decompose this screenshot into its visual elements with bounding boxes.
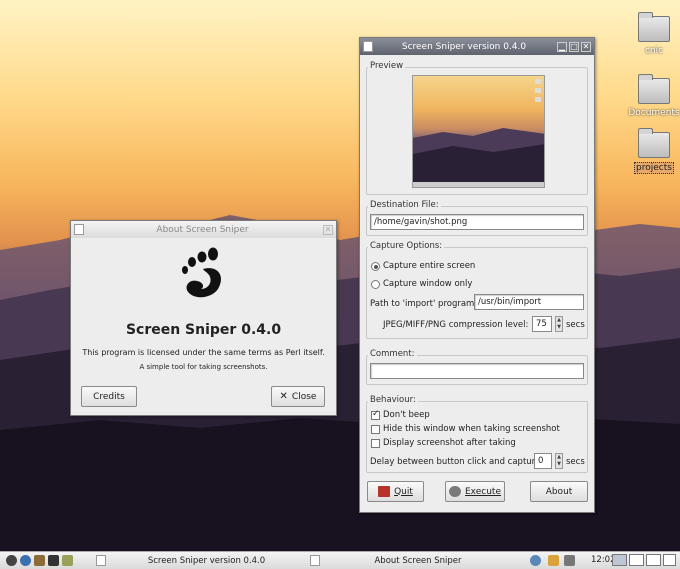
taskbar-task-label: About Screen Sniper: [374, 555, 462, 566]
workspace-2[interactable]: [629, 554, 644, 566]
taskbar: Screen Sniper version 0.4.0 About Screen…: [0, 551, 680, 569]
main-window: Screen Sniper version 0.4.0 ▁ □ ✕ Previe…: [359, 37, 595, 513]
app-name-heading: Screen Sniper 0.4.0: [125, 322, 282, 338]
desktop-folder-projects[interactable]: projects: [626, 128, 680, 174]
execute-gears-icon: [449, 486, 461, 497]
about-button[interactable]: About: [530, 481, 588, 502]
display-after-checkbox[interactable]: [371, 439, 380, 448]
close-icon[interactable]: ✕: [581, 41, 591, 52]
desktop-background: cnic Documents projects About Screen Sni…: [0, 0, 680, 551]
folder-icon: [638, 128, 670, 158]
volume-icon[interactable]: [564, 555, 575, 566]
desktop-folder-cnic[interactable]: cnic: [626, 12, 680, 56]
main-title: Screen Sniper version 0.4.0: [401, 41, 527, 52]
desktop-folder-documents[interactable]: Documents: [626, 74, 680, 118]
quit-button-label: Quit: [394, 486, 413, 497]
quit-button[interactable]: Quit: [367, 481, 424, 502]
taskbar-task-label: Screen Sniper version 0.4.0: [147, 555, 266, 566]
maximize-icon[interactable]: □: [569, 41, 579, 52]
hide-window-checkbox[interactable]: [371, 425, 380, 434]
window-icon: [310, 555, 320, 566]
description-text: A simple tool for taking screenshots.: [139, 363, 268, 371]
mail-icon[interactable]: [34, 555, 45, 566]
delay-stepper-arrows[interactable]: ▲ ▼: [555, 453, 563, 469]
gnome-foot-logo: [182, 247, 222, 298]
desktop-icon-label: Documents: [628, 108, 680, 118]
preview-label: Preview: [368, 61, 406, 71]
capture-entire-label: Capture entire screen: [383, 261, 476, 271]
delay-unit: secs: [566, 457, 585, 467]
import-path-input[interactable]: /usr/bin/import: [474, 294, 584, 310]
quit-icon: [378, 486, 391, 497]
capture-window-label: Capture window only: [383, 279, 473, 289]
folder-icon: [638, 74, 670, 104]
window-icon: [74, 224, 84, 235]
window-icon: [363, 41, 373, 52]
desktop-icon-label: projects: [634, 162, 674, 174]
window-icon: [96, 555, 106, 566]
network-icon[interactable]: [530, 555, 541, 566]
about-dialog: About Screen Sniper ✕ Screen Sniper 0.4.…: [70, 220, 337, 416]
delay-label: Delay between button click and capture:: [370, 457, 544, 467]
credits-button-label: Credits: [93, 391, 125, 402]
execute-button[interactable]: Execute: [445, 481, 505, 502]
dont-beep-label: Don't beep: [383, 410, 430, 420]
close-icon[interactable]: ✕: [323, 224, 333, 235]
delay-spinner[interactable]: 0: [534, 453, 552, 469]
workspace-4[interactable]: [663, 554, 676, 566]
execute-button-label: Execute: [465, 486, 501, 497]
destination-label: Destination File:: [368, 200, 441, 210]
compression-unit: secs: [566, 320, 585, 330]
taskbar-task-main[interactable]: Screen Sniper version 0.4.0: [96, 553, 301, 568]
comment-input[interactable]: [370, 363, 584, 379]
close-icon: ✕: [279, 391, 288, 402]
compression-label: JPEG/MIFF/PNG compression level:: [383, 320, 529, 330]
comment-label: Comment:: [368, 349, 417, 359]
credits-button[interactable]: Credits: [81, 386, 137, 407]
display-after-label: Display screenshot after taking: [383, 438, 516, 448]
about-titlebar[interactable]: About Screen Sniper ✕: [71, 221, 336, 238]
capture-options-label: Capture Options:: [368, 241, 445, 251]
about-title: About Screen Sniper: [156, 224, 249, 235]
behaviour-label: Behaviour:: [368, 395, 418, 405]
desktop-icon-label: cnic: [644, 46, 664, 56]
main-titlebar[interactable]: Screen Sniper version 0.4.0 ▁ □ ✕: [360, 38, 594, 55]
folder-icon: [638, 12, 670, 42]
close-button[interactable]: ✕ Close: [271, 386, 325, 407]
capture-entire-radio[interactable]: [371, 262, 380, 271]
dont-beep-checkbox[interactable]: [371, 409, 380, 420]
workspace-3[interactable]: [646, 554, 661, 566]
import-path-label: Path to 'import' program:: [370, 299, 478, 309]
taskbar-task-about[interactable]: About Screen Sniper: [310, 553, 510, 568]
about-button-label: About: [545, 486, 573, 497]
update-icon[interactable]: [548, 555, 559, 566]
compression-spinner[interactable]: 75: [532, 316, 552, 332]
workspace-1[interactable]: [612, 554, 627, 566]
destination-file-input[interactable]: /home/gavin/shot.png: [370, 214, 584, 230]
browser-icon[interactable]: [20, 555, 31, 566]
notes-icon[interactable]: [62, 555, 73, 566]
capture-window-radio[interactable]: [371, 280, 380, 289]
terminal-icon[interactable]: [48, 555, 59, 566]
preview-mountains: [413, 79, 544, 187]
close-button-label: Close: [291, 391, 317, 402]
preview-thumbnail: [412, 75, 545, 188]
gnome-menu-icon[interactable]: [6, 555, 17, 566]
minimize-icon[interactable]: ▁: [557, 41, 567, 52]
compression-stepper-arrows[interactable]: ▲ ▼: [555, 316, 563, 332]
license-text: This program is licensed under the same …: [82, 348, 325, 357]
hide-window-label: Hide this window when taking screenshot: [383, 424, 560, 434]
